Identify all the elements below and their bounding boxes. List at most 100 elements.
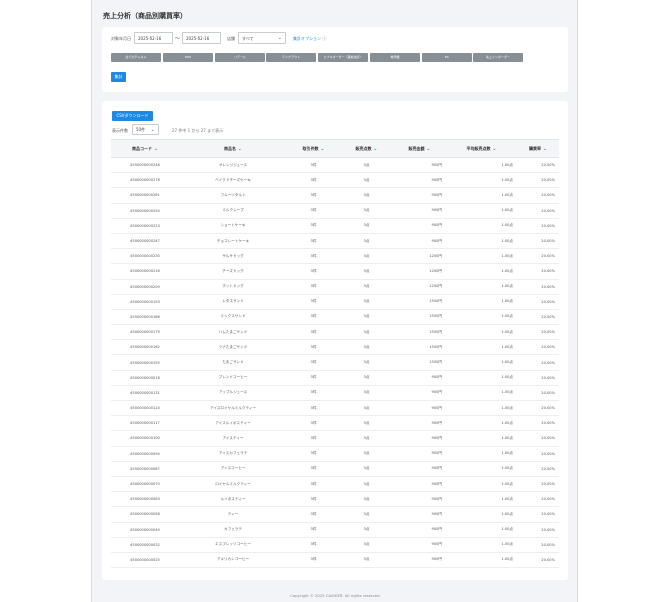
channel-button[interactable]: 先上インボーダー: [473, 53, 523, 62]
column-header[interactable]: 販売金額 ⌄: [393, 139, 446, 158]
table-cell: 20.00%: [517, 203, 559, 219]
table-cell: 3件: [287, 187, 340, 204]
channel-button[interactable]: POS: [163, 53, 213, 62]
sort-icon: ⌄: [152, 145, 158, 152]
table-row: 4500000000278 ベイクドチーズケーキ 3件 3点 900円 1.00点 20.0…: [111, 172, 559, 189]
table-cell: ルイボスティー: [179, 491, 287, 508]
table-cell: 1200円: [393, 279, 446, 295]
table-cell: 1.00点: [446, 294, 517, 310]
csv-download-button[interactable]: CSVダウンロード: [112, 111, 153, 121]
per-page-label: 表示件数: [112, 128, 128, 133]
table-cell: 900円: [393, 506, 446, 523]
table-cell: 3件: [287, 461, 340, 477]
table-cell: 3点: [340, 446, 393, 462]
period-label: 対象年月日: [111, 36, 131, 41]
channel-button[interactable]: テイクアウト: [266, 53, 316, 62]
aggregate-button[interactable]: 集計: [111, 72, 126, 82]
table-cell: 1500円: [393, 354, 446, 371]
table-cell: 3点: [340, 491, 393, 508]
table-row: 4500000000193 レタスサンド 3件 3点 1500円 1.00点 20.00%: [111, 294, 559, 310]
table-cell: 3点: [340, 552, 393, 569]
table-cell: 900円: [393, 172, 446, 189]
aggregate-options-link[interactable]: 集計オプション ⓘ: [293, 36, 326, 42]
table-cell: 4500000000162: [111, 339, 179, 356]
table-cell: 1.00点: [446, 370, 517, 386]
sort-icon: ⌄: [371, 145, 378, 152]
table-cell: 3点: [340, 309, 393, 326]
table-cell: 3件: [287, 370, 340, 386]
column-header-label: 販売点数: [355, 145, 372, 151]
table-cell: アップルジュース: [179, 385, 287, 402]
table-row: 4500000000056 ティー 3件 3点 900円 1.00点 20.00%: [111, 506, 559, 523]
chevron-down-icon: ⌄: [277, 35, 282, 41]
table-cell: 4500000000070: [111, 476, 179, 493]
table-cell: 1.00点: [446, 187, 517, 204]
sort-icon: ⌄: [424, 145, 431, 152]
table-row: 4500000000124 アイスロイヤルミルクティー 3件 3点 900円 1.00点 2…: [111, 400, 559, 417]
table-cell: 20.00%: [517, 248, 559, 265]
table-cell: 3件: [287, 263, 340, 280]
table-cell: 1.00点: [446, 263, 517, 280]
table-cell: 900円: [393, 461, 446, 477]
table-cell: 4500000000261: [111, 187, 179, 204]
table-cell: 3件: [287, 309, 340, 326]
table-cell: 20.00%: [517, 506, 559, 523]
table-cell: 900円: [393, 218, 446, 234]
table-cell: 3件: [287, 491, 340, 508]
table-cell: ホットドッグ: [179, 279, 287, 295]
column-header[interactable]: 商品名 ⌄: [179, 139, 287, 158]
table-cell: 900円: [393, 400, 446, 417]
table-cell: ミルクレープ: [179, 203, 287, 219]
table-cell: ハムたまごサンド: [179, 324, 287, 341]
column-header[interactable]: 商品コード ⌄: [111, 139, 179, 158]
column-header[interactable]: 販売点数 ⌄: [340, 139, 393, 158]
table-cell: 20.00%: [517, 172, 559, 189]
table-cell: 3点: [340, 172, 393, 189]
column-header[interactable]: 取引件数 ⌄: [287, 139, 340, 158]
table-cell: 1.00点: [446, 354, 517, 371]
channel-button[interactable]: ミブキオーダー（事前決済）: [318, 53, 368, 62]
date-to-input[interactable]: 2025-02-16: [182, 32, 221, 44]
table-cell: 1.00点: [446, 415, 517, 432]
table-cell: 1.00点: [446, 157, 517, 174]
table-cell: 900円: [393, 370, 446, 386]
store-select[interactable]: すべて ⌄: [238, 32, 286, 44]
table-row: 4500000000063 ルイボスティー 3件 3点 900円 1.00点 20.00%: [111, 491, 559, 508]
table-cell: 1.00点: [446, 506, 517, 523]
table-row: 4500000000209 ホットドッグ 3件 3点 1200円 1.00点 20.00%: [111, 279, 559, 295]
table-cell: 3件: [287, 446, 340, 462]
column-header[interactable]: 平均販売点数 ⌄: [446, 139, 517, 158]
table-cell: 4500000000193: [111, 294, 179, 310]
table-cell: 4500000000018: [111, 370, 179, 386]
table-cell: 4500000000223: [111, 218, 179, 234]
table-cell: 4500000000117: [111, 415, 179, 432]
table-cell: 4500000000124: [111, 400, 179, 417]
table-cell: 3件: [287, 522, 340, 538]
channel-button[interactable]: 券売機: [370, 53, 420, 62]
table-cell: 1.00点: [446, 248, 517, 265]
table-cell: 1.00点: [446, 491, 517, 508]
table-cell: 3件: [287, 506, 340, 523]
table-cell: アイスティー: [179, 430, 287, 447]
table-cell: 3点: [340, 506, 393, 523]
date-separator: 〜: [175, 36, 181, 42]
channel-button[interactable]: EC: [422, 53, 472, 62]
table-cell: 4500000000209: [111, 279, 179, 295]
per-page-select[interactable]: 50件 ⌄: [132, 124, 159, 135]
channel-button[interactable]: 全てのチャネル: [111, 53, 161, 62]
page-title: 売上分析（商品別購買率）: [103, 12, 187, 20]
table-cell: 3件: [287, 294, 340, 310]
table-cell: 20.00%: [517, 218, 559, 234]
table-cell: 20.00%: [517, 263, 559, 280]
sort-icon: ⌄: [490, 145, 497, 152]
channel-button[interactable]: リテール: [215, 53, 265, 62]
table-cell: 20.00%: [517, 430, 559, 447]
date-from-input[interactable]: 2025-02-16: [134, 32, 173, 44]
table-cell: ロイヤルミルクティー: [179, 476, 287, 493]
table-cell: 3件: [287, 430, 340, 447]
column-header[interactable]: 購買率 ⌄: [517, 139, 559, 158]
table-cell: 3点: [340, 263, 393, 280]
table-cell: 3件: [287, 400, 340, 417]
table-cell: 4500000000248: [111, 157, 179, 174]
table-cell: 1.00点: [446, 218, 517, 234]
